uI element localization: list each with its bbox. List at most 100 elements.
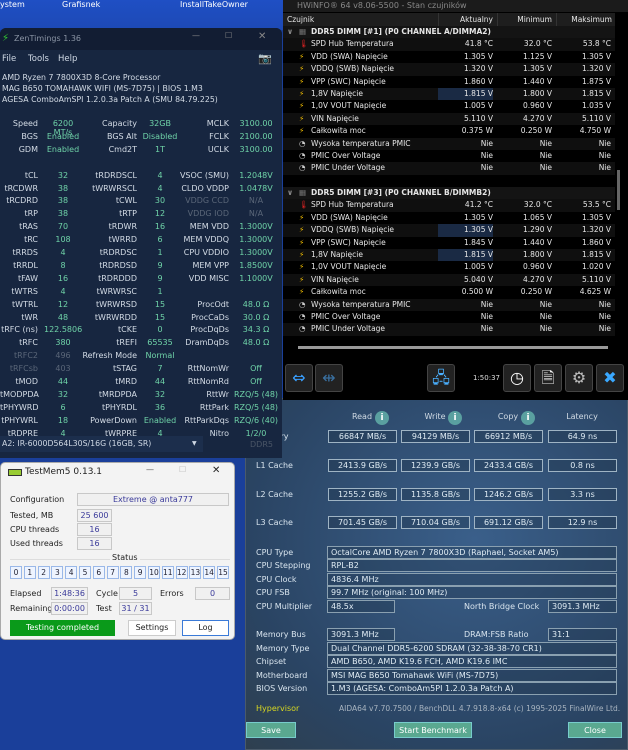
sensor-row[interactable]: ◔ PMIC Over Voltage Nie Nie Nie [283, 150, 615, 163]
timer: 1:50:37 [473, 374, 500, 382]
timing-value: 1 [157, 248, 163, 257]
sensor-row[interactable]: ◔ Wysoka temperatura PMIC Nie Nie Nie [283, 137, 615, 150]
column-sensor[interactable]: Czujnik [287, 13, 314, 26]
sensor-minimum: 1.440 V [523, 76, 552, 86]
column-current[interactable]: Aktualny [438, 13, 493, 26]
sensor-row[interactable]: ⚡ 1,8V Napięcie 1.815 V 1.800 V 1.815 V [283, 249, 615, 262]
sensor-row[interactable]: ⚡ VDDQ (SWB) Napięcie 1.320 V 1.305 V 1.320 … [283, 63, 615, 76]
timing-label: Refresh Mode [82, 351, 137, 361]
bench-result: 12.9 ns [548, 516, 617, 530]
chevron-down-icon[interactable]: ∨ [287, 187, 293, 199]
sensor-minimum: 0.250 W [520, 287, 552, 297]
chevron-down-icon[interactable]: ∨ [287, 26, 293, 38]
close-icon[interactable]: ✖ [596, 364, 624, 392]
sensor-row[interactable]: ◔ PMIC Over Voltage Nie Nie Nie [283, 311, 615, 324]
info-icon[interactable]: i [448, 411, 462, 425]
sensor-name: Wysoka temperatura PMIC [311, 299, 411, 309]
timing-label: tRRDS [12, 248, 39, 257]
column-maximum[interactable]: Maksimum [556, 13, 612, 26]
settings-button[interactable]: Settings [128, 620, 176, 636]
bios-version-label: BIOS Version [256, 684, 308, 693]
bench-result: 701.45 GB/s [328, 516, 397, 530]
collapse-icon[interactable]: ⇹ [315, 364, 343, 392]
desktop-icon-label[interactable]: ystem [0, 0, 25, 9]
voltage-icon: ⚡ [299, 287, 305, 297]
timing-label: tRFC2 [14, 351, 38, 361]
cpu-type-label: CPU Type [256, 548, 294, 557]
sensor-row[interactable]: ⚡ 1,0V VOUT Napięcie 1.005 V 0.960 V 1.020 V [283, 261, 615, 274]
menu-help[interactable]: Help [58, 50, 77, 68]
network-icon[interactable]: 🖧 [427, 364, 455, 392]
sensor-row[interactable]: ⚡ VDDQ (SWB) Napięcie 1.305 V 1.290 V 1.320 … [283, 224, 615, 237]
sensor-row[interactable]: ◔ PMIC Under Voltage Nie Nie Nie [283, 323, 615, 336]
sensor-row[interactable]: ⚡ VIN Napięcie 5.040 V 4.270 V 5.110 V [283, 273, 615, 287]
minimize-icon[interactable]: — [146, 465, 154, 474]
timing-value: 496 [55, 351, 71, 361]
sensor-row[interactable]: ⚡ VDD (SWA) Napięcie 1.305 V 1.125 V 1.305 V [283, 50, 615, 64]
timing-label: tWR [21, 312, 38, 322]
desktop-icon-label[interactable]: InstallTakeOwner [180, 0, 248, 9]
timing-value: 1.3000V [239, 235, 273, 245]
sensor-name: Całkowita moc [311, 287, 366, 297]
sensor-group-header[interactable]: ∨ ▦ DDR5 DIMM [#3] (P0 CHANNEL B/DIMMB2) [283, 187, 615, 200]
sensor-row[interactable]: ⚡ VPP (SWC) Napięcie 1.860 V 1.440 V 1.875 V [283, 75, 615, 88]
timing-value: 48.0 Ω [242, 338, 270, 348]
sensor-row[interactable]: ◔ Wysoka temperatura PMIC Nie Nie Nie [283, 298, 615, 311]
sensor-row[interactable]: ⚡ VPP (SWC) Napięcie 1.845 V 1.440 V 1.860 V [283, 236, 615, 249]
aida-footer: AIDA64 v7.70.7500 / BenchDLL 4.7.918.8-x… [339, 704, 621, 713]
info-icon[interactable]: i [521, 411, 535, 425]
camera-icon[interactable]: 📷 [258, 50, 272, 68]
horizontal-scrollbar[interactable] [298, 346, 608, 349]
testing-completed-status: Testing completed [10, 620, 115, 636]
scrollbar-thumb[interactable] [617, 170, 620, 210]
sensor-current: 1.305 V [438, 224, 493, 237]
sensor-row[interactable]: ⚡ VIN Napięcie 5.110 V 4.270 V 5.110 V [283, 112, 615, 126]
sensor-name: Całkowita moc [311, 126, 366, 136]
desktop-icon-label[interactable]: Grafisnek [62, 0, 100, 9]
sensor-maximum: 1.815 V [582, 89, 611, 98]
sensor-row[interactable]: 🌡 SPD Hub Temperatura 41.8 °C 32.0 °C 53.8 °… [283, 38, 615, 51]
start-benchmark-button[interactable]: Start Benchmark [394, 722, 472, 738]
sensor-row[interactable]: ⚡ 1,8V Napięcie 1.815 V 1.800 V 1.815 V [283, 88, 615, 101]
save-button[interactable]: Save [246, 722, 296, 738]
voltage-icon: ⚡ [299, 262, 305, 272]
info-icon[interactable]: i [375, 411, 389, 425]
bench-row-label: L2 Cache [256, 489, 293, 499]
dimm-select[interactable]: A2: IR-6000D564L30S/16G (16GB, SR) ▼ [0, 436, 203, 452]
maximize-icon[interactable]: ☐ [225, 31, 232, 40]
timing-value: 44 [154, 377, 166, 386]
zentimings-logo-icon: ⚡ [2, 33, 10, 44]
expand-icon[interactable]: ⇔ [285, 364, 313, 392]
maximize-icon[interactable]: ☐ [179, 465, 186, 474]
timing-label: RttWr [206, 389, 229, 399]
hwinfo-title: HWiNFO® 64 v8.06-5500 - Stan czujników [283, 0, 628, 12]
sensor-row[interactable]: ⚡ Całkowita moc 0.500 W 0.250 W 4.625 W [283, 286, 615, 299]
timing-value: RZQ/6 (40) [233, 415, 279, 425]
sensor-group-header[interactable]: ∨ ▦ DDR5 DIMM [#1] (P0 CHANNEL A/DIMMA2) [283, 26, 615, 39]
sensor-row[interactable]: ⚡ Całkowita moc 0.375 W 0.250 W 4.750 W [283, 125, 615, 138]
menu-tools[interactable]: Tools [28, 50, 49, 68]
close-icon[interactable]: ✕ [212, 465, 220, 476]
sensor-row[interactable]: 🌡 SPD Hub Temperatura 41.2 °C 32.0 °C 53.5 °… [283, 199, 615, 212]
sensor-minimum: 1.800 V [523, 89, 552, 98]
column-minimum[interactable]: Minimum [497, 13, 552, 26]
zen-title-bar: ⚡ ZenTimings 1.36 — ☐ ✕ [0, 28, 282, 50]
sensor-maximum: 1.320 V [582, 64, 611, 74]
sensor-row[interactable]: ⚡ VDD (SWA) Napięcie 1.305 V 1.065 V 1.305 V [283, 211, 615, 225]
report-add-icon[interactable]: 🗎 [534, 364, 562, 392]
sensor-row[interactable]: ⚡ 1,0V VOUT Napięcie 1.005 V 0.960 V 1.035 V [283, 100, 615, 113]
gear-icon[interactable]: ⚙ [565, 364, 593, 392]
timing-label: RttParkDqs [184, 415, 229, 425]
timing-label: tPHYRDL [101, 402, 137, 412]
clock-icon[interactable]: ◷ [503, 364, 531, 392]
close-button[interactable]: Close [568, 722, 622, 738]
sensor-row[interactable]: ◔ PMIC Under Voltage Nie Nie Nie [283, 162, 615, 175]
minimize-icon[interactable]: — [192, 31, 200, 40]
cpu-type-value: OctalCore AMD Ryzen 7 7800X3D (Raphael, … [327, 546, 617, 559]
close-icon[interactable]: ✕ [258, 31, 266, 42]
menu-file[interactable]: File [2, 50, 16, 68]
thread-status-cell: 8 [120, 566, 133, 579]
log-button[interactable]: Log [182, 620, 229, 636]
bench-result: 3.3 ns [548, 487, 617, 501]
sensor-name: VPP (SWC) Napięcie [311, 76, 386, 86]
